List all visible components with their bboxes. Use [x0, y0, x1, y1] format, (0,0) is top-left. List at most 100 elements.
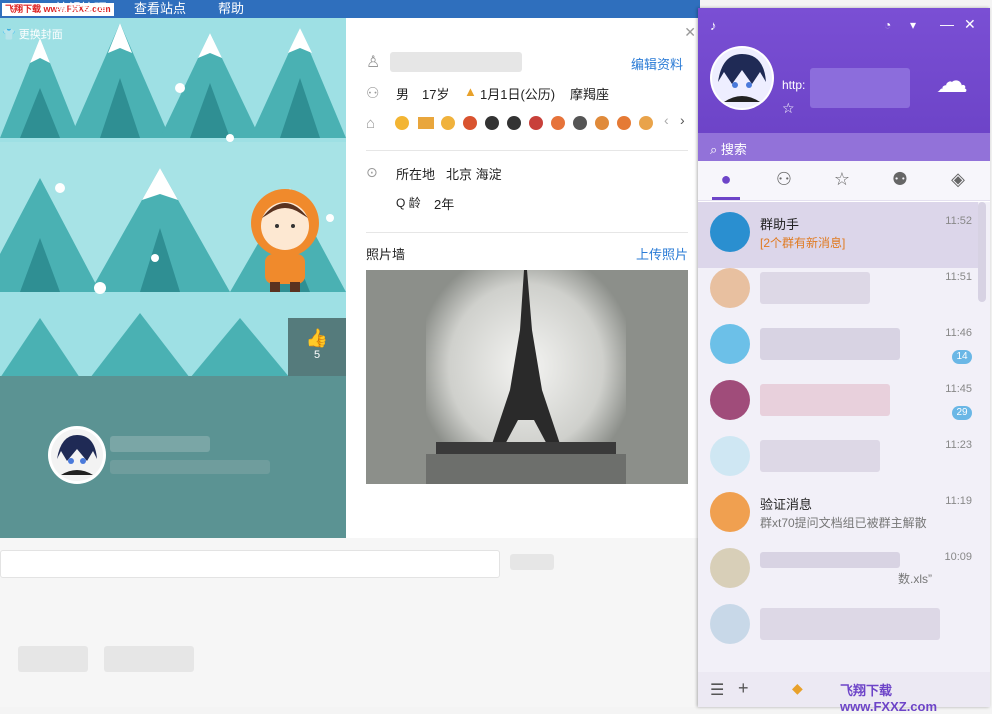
avatar — [710, 436, 750, 476]
tab-groups-icon[interactable]: ⚉ — [888, 169, 912, 193]
edit-profile-link[interactable]: 编辑资料 — [631, 54, 683, 73]
photo-wall-title: 照片墙 — [366, 247, 406, 262]
search-placeholder: 搜索 — [720, 142, 747, 157]
photo-wall-image[interactable] — [366, 270, 688, 484]
background-page — [0, 538, 700, 707]
unread-badge: 29 — [952, 406, 972, 420]
change-cover-label: 更换封面 — [18, 29, 63, 41]
chevron-left-icon[interactable]: ‹ — [664, 112, 669, 128]
thumbs-up-icon: 👍 — [305, 328, 329, 348]
medal-icon: ⌂ — [366, 115, 376, 132]
my-avatar[interactable] — [710, 46, 774, 110]
birthday: 1月1日(公历) — [480, 87, 556, 102]
qage-value: 2年 — [434, 197, 455, 212]
cover-footer — [0, 376, 346, 538]
profile-window: 👕 更换封面 👍 5 ✕ ♙ 编辑资料 ⚇ 男 17岁 ▲ 1月1日(公历) 摩… — [0, 18, 700, 538]
nickname-blurred — [810, 68, 910, 108]
like-count: 5 — [313, 349, 321, 361]
watermark-logo: 飞翔下载 www.FXXZ.com — [840, 683, 938, 714]
nickname-blurred — [110, 436, 210, 452]
tab-messages-icon[interactable]: ● — [714, 169, 738, 193]
menu-item-view-site[interactable]: 查看站点 — [134, 0, 186, 17]
active-tab-indicator — [712, 197, 740, 200]
avatar — [710, 604, 750, 644]
conversation-list: 群助手 [2个群有新消息] 11:52 11:51 11:46 14 11:45… — [698, 202, 990, 672]
person-icon: ⚇ — [366, 85, 380, 102]
blurred-text — [760, 384, 890, 416]
qq-penguin-icon: ♙ — [366, 54, 381, 71]
menu-item-manage[interactable]: 编辑管理 — [55, 0, 107, 17]
speaker-icon — [710, 492, 750, 532]
eiffel-tower-photo — [426, 270, 626, 484]
location-icon: ⊙ — [366, 164, 378, 180]
profile-cover: 👕 更换封面 👍 5 — [0, 18, 346, 538]
blurred-text — [104, 646, 194, 672]
divider — [366, 232, 688, 233]
gender: 男 — [396, 87, 410, 102]
conversation-time: 11:19 — [945, 495, 972, 507]
upload-photo-link[interactable]: 上传照片 — [636, 244, 688, 263]
like-button[interactable]: 👍 5 — [288, 318, 346, 376]
conversation-preview: [2个群有新消息] — [760, 236, 846, 250]
chevron-right-icon[interactable]: › — [680, 112, 685, 128]
badge-icons-row — [394, 114, 662, 132]
nickname-field-blurred — [390, 52, 522, 72]
conversation-time: 11:45 — [945, 383, 972, 395]
shirt-icon: 👕 — [2, 29, 16, 41]
tab-favorites-icon[interactable]: ☆ — [830, 169, 854, 193]
avatar — [710, 548, 750, 588]
close-icon[interactable]: ✕ — [684, 24, 696, 41]
conversation-preview: 数.xls” — [898, 572, 932, 586]
minimize-icon[interactable]: — — [940, 16, 954, 32]
unread-badge: 14 — [952, 350, 972, 364]
tab-contacts-icon[interactable]: ⚇ — [772, 169, 796, 193]
main-menu-icon[interactable]: ☰ — [710, 680, 724, 700]
blurred-text — [760, 440, 880, 472]
avatar-image — [712, 48, 772, 108]
shirt-icon[interactable]: ▾ — [910, 18, 916, 32]
qq-footer: ☰ + ◆ 飞翔下载 www.FXXZ.com — [698, 672, 990, 714]
avatar-image — [51, 429, 103, 481]
conversation-time: 11:46 — [945, 327, 972, 339]
tab-zone-icon[interactable]: ◈ — [946, 169, 970, 193]
qage-label: Q 龄 — [396, 196, 421, 210]
app-icon[interactable]: ◆ — [792, 680, 803, 697]
close-icon[interactable]: ✕ — [964, 16, 976, 33]
blurred-text — [760, 328, 900, 360]
location-value: 北京 海淀 — [446, 167, 502, 182]
qq-tab-bar: ● ⚇ ☆ ⚉ ◈ — [698, 161, 990, 201]
location-label: 所在地 — [396, 167, 436, 182]
age: 17岁 — [422, 87, 450, 102]
conversation-item[interactable] — [698, 594, 978, 660]
conversation-time: 11:52 — [945, 215, 972, 227]
bell-icon[interactable]: ♪ — [710, 18, 717, 33]
change-cover-button[interactable]: 👕 更换封面 — [2, 26, 63, 42]
avatar — [710, 324, 750, 364]
skin-icon[interactable]: ◔ — [884, 18, 891, 32]
blurred-text — [760, 272, 870, 304]
blurred-text — [510, 554, 554, 570]
signature-blurred — [110, 460, 270, 474]
conversation-name: 验证消息 — [760, 497, 813, 512]
conversation-time: 11:23 — [945, 439, 972, 451]
weather-cloud-icon[interactable]: ☁ — [936, 62, 968, 100]
signature-url: http: — [782, 78, 806, 92]
profile-info-panel: ✕ ♙ 编辑资料 ⚇ 男 17岁 ▲ 1月1日(公历) 摩羯座 ⌂ ‹ › ⊙ … — [346, 18, 700, 538]
avatar — [710, 380, 750, 420]
avatar — [710, 268, 750, 308]
search-icon: ⌕ — [710, 142, 718, 157]
profile-avatar[interactable] — [48, 426, 106, 484]
qq-header: ♪ ◔ ▾ — ✕ http: ☆ ☁ — [698, 8, 990, 133]
blurred-text — [760, 608, 940, 640]
search-box[interactable]: ⌕ 搜索 — [698, 133, 990, 161]
blurred-text — [18, 646, 88, 672]
divider — [366, 150, 688, 151]
conversation-time: 11:51 — [945, 271, 972, 283]
menu-item-help[interactable]: 帮助 — [218, 0, 244, 17]
conversation-time: 10:09 — [944, 551, 972, 563]
star-icon[interactable]: ☆ — [782, 100, 795, 117]
menu-bar: 飞翔下载 www.FXXZ.com 编辑管理 查看站点 帮助 — [0, 0, 700, 18]
add-icon[interactable]: + — [738, 678, 749, 699]
address-field[interactable] — [0, 550, 500, 578]
scrollbar[interactable] — [978, 202, 986, 302]
